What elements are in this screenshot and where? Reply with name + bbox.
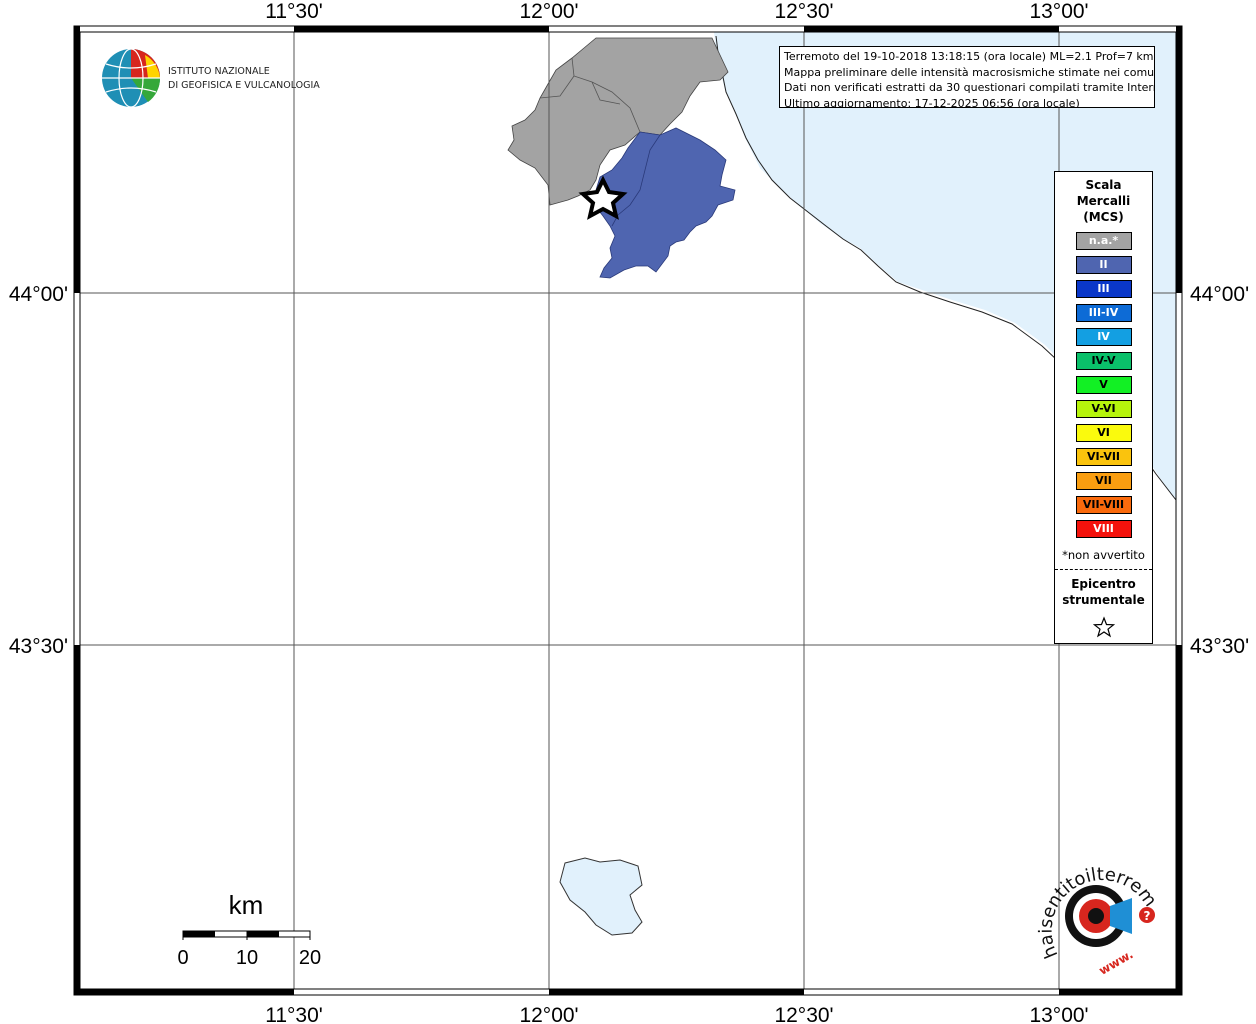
lat-labels-right: 44°00' 43°30'	[1190, 283, 1249, 658]
lat-label-43-30-right: 43°30'	[1190, 635, 1249, 658]
legend-item: VII	[1075, 472, 1132, 490]
lat-label-44-00: 44°00'	[9, 283, 68, 306]
legend-item: n.a.*	[1075, 232, 1132, 250]
legend-separator	[1055, 569, 1152, 570]
event-info-line1: Terremoto del 19-10-2018 13:18:15 (ora l…	[784, 50, 1154, 63]
legend-epicenter-line2: strumentale	[1062, 593, 1145, 607]
event-info-line4: Ultimo aggiornamento: 17-12-2025 06:56 (…	[784, 96, 1080, 108]
lon-labels-top: 11°30' 12°00' 12°30' 13°00'	[265, 0, 1088, 23]
lon-label-13-00-bottom: 13°00'	[1029, 1004, 1088, 1024]
scale-label-20: 20	[299, 947, 321, 969]
lon-labels-bottom: 11°30' 12°00' 12°30' 13°00'	[265, 1004, 1088, 1024]
legend-items: n.a.* II III III-IV IV IV-V V V-VI VI VI-VII VII VI…	[1055, 232, 1152, 538]
lat-label-44-00-right: 44°00'	[1190, 283, 1249, 306]
legend-item: VIII	[1075, 520, 1132, 538]
legend-item: V	[1075, 376, 1132, 394]
legend-title-line2: Mercalli	[1076, 194, 1131, 208]
lon-label-11-30-bottom: 11°30'	[265, 1004, 323, 1024]
scale-label-0: 0	[177, 947, 188, 969]
legend-item: IV-V	[1075, 352, 1132, 370]
lon-label-12-30: 12°30'	[774, 0, 833, 23]
lon-label-11-30: 11°30'	[265, 0, 323, 23]
legend-note: *non avvertito	[1062, 548, 1145, 562]
lon-label-12-30-bottom: 12°30'	[774, 1004, 833, 1024]
legend-item: IV	[1075, 328, 1132, 346]
institute-name-line1: ISTITUTO NAZIONALE	[168, 66, 270, 77]
svg-text:?: ?	[1144, 909, 1151, 923]
legend-item: VI	[1075, 424, 1132, 442]
event-info-box: Terremoto del 19-10-2018 13:18:15 (ora l…	[779, 46, 1155, 108]
legend-item: VI-VII	[1075, 448, 1132, 466]
legend-star-icon	[1055, 616, 1152, 642]
lat-label-43-30: 43°30'	[9, 635, 68, 658]
legend-epicenter-line1: Epicentro	[1071, 577, 1136, 591]
institute-name-line2: DI GEOFISICA E VULCANOLOGIA	[168, 80, 320, 91]
lon-label-12-00: 12°00'	[519, 0, 578, 23]
legend-item: II	[1075, 256, 1132, 274]
mcs-legend: Scala Mercalli (MCS) n.a.* II III III-IV IV I…	[1054, 171, 1153, 644]
legend-title-line3: (MCS)	[1083, 210, 1124, 224]
legend-item: III-IV	[1075, 304, 1132, 322]
event-info-line3: Dati non verificati estratti da 30 quest…	[784, 81, 1155, 94]
event-info-line2: Mappa preliminare delle intensità macros…	[784, 65, 1155, 79]
lon-label-13-00: 13°00'	[1029, 0, 1088, 23]
scale-label-10: 10	[236, 947, 258, 969]
legend-title: Scala Mercalli (MCS)	[1055, 177, 1152, 225]
lon-label-12-00-bottom: 12°00'	[519, 1004, 578, 1024]
legend-item: III	[1075, 280, 1132, 298]
legend-title-line1: Scala	[1085, 178, 1122, 192]
scale-unit-label: km	[229, 890, 264, 920]
legend-item: V-VI	[1075, 400, 1132, 418]
lat-labels-left: 44°00' 43°30'	[9, 283, 68, 658]
legend-item: VII-VIII	[1075, 496, 1132, 514]
legend-epicenter-label: Epicentro strumentale	[1055, 576, 1152, 608]
